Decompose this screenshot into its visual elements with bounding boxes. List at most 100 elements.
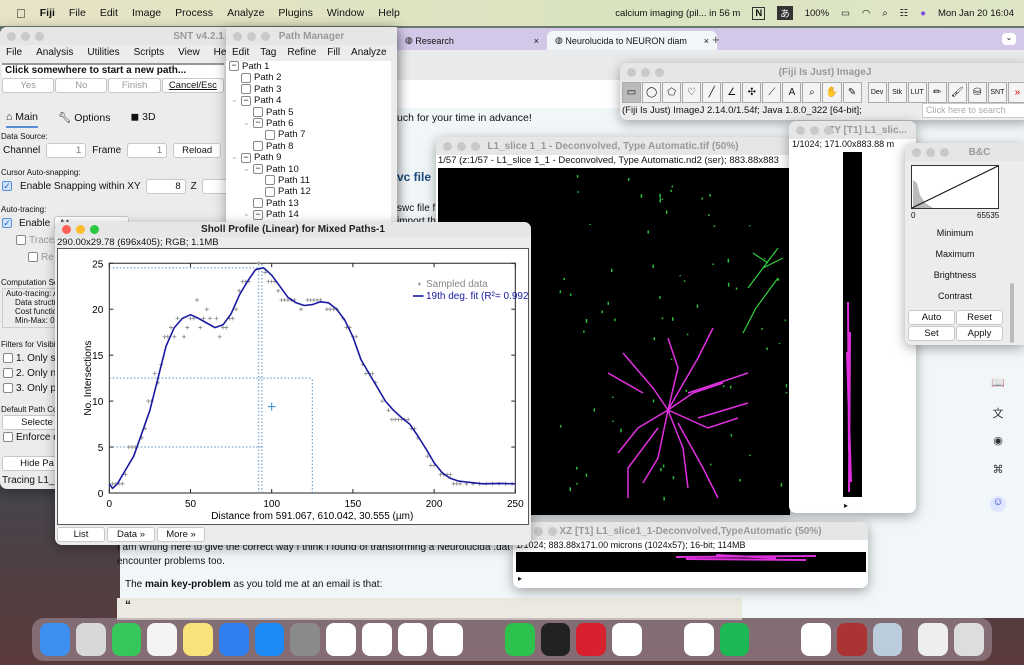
- zoom-button[interactable]: [548, 527, 557, 536]
- path-checkbox[interactable]: −: [253, 118, 263, 128]
- zoom-button[interactable]: [90, 225, 99, 234]
- frame-spinner[interactable]: 1: [127, 143, 167, 158]
- close-tab-icon[interactable]: ×: [534, 36, 539, 46]
- notion-icon[interactable]: N: [752, 7, 765, 20]
- path-item[interactable]: −Path 1: [229, 61, 269, 72]
- dev-tool-icon[interactable]: Dev: [868, 82, 887, 103]
- colorpicker-tool-icon[interactable]: ✎: [843, 82, 862, 103]
- path-manager-title-bar[interactable]: Path Manager: [226, 27, 397, 45]
- image-title-bar[interactable]: L1_slice 1_1 - Deconvolved, Type Automat…: [436, 137, 790, 155]
- lut-tool-icon[interactable]: LUT: [908, 82, 927, 103]
- reload-button[interactable]: Reload: [173, 143, 221, 158]
- trace-option[interactable]: Trace/: [16, 235, 57, 246]
- stk-tool-icon[interactable]: Stk: [888, 82, 907, 103]
- menu-process[interactable]: Process: [175, 7, 213, 19]
- path-item[interactable]: Path 5: [253, 107, 293, 118]
- contrast-slider[interactable]: Contrast: [909, 286, 1001, 307]
- path-checkbox[interactable]: −: [241, 153, 251, 163]
- minimize-button[interactable]: [76, 225, 85, 234]
- filter-1[interactable]: 1. Only se: [3, 351, 62, 366]
- rectangle-tool-icon[interactable]: ▭: [622, 82, 641, 103]
- freehand-tool-icon[interactable]: ♡: [682, 82, 701, 103]
- menu-edit[interactable]: Edit: [232, 47, 249, 58]
- zoom-button[interactable]: [35, 32, 44, 41]
- siri-icon[interactable]: ●: [920, 8, 926, 19]
- finish-button[interactable]: Finish: [108, 78, 160, 93]
- menu-window[interactable]: Window: [327, 7, 364, 19]
- system-settings-icon[interactable]: [290, 623, 320, 656]
- enforce-option[interactable]: Enforce d: [3, 432, 59, 443]
- path-checkbox[interactable]: −: [241, 96, 251, 106]
- input-method-icon[interactable]: あ: [777, 6, 793, 20]
- data-button[interactable]: Data »: [107, 527, 155, 542]
- path-checkbox[interactable]: [265, 130, 275, 140]
- reminders-icon[interactable]: [147, 623, 177, 656]
- new-tab-button[interactable]: +: [712, 32, 720, 47]
- messages-icon[interactable]: [112, 623, 142, 656]
- rem-option[interactable]: Re: [28, 252, 54, 263]
- menu-refine[interactable]: Refine: [287, 47, 316, 58]
- vectorworks-icon[interactable]: [469, 623, 499, 656]
- close-button[interactable]: [7, 32, 16, 41]
- fiji-icon[interactable]: [648, 623, 678, 656]
- bc-title-bar[interactable]: B&C: [905, 143, 1024, 161]
- menu-view[interactable]: View: [178, 47, 200, 58]
- sholl-title-bar[interactable]: Sholl Profile (Linear) for Mixed Paths-1: [55, 222, 531, 237]
- menu-plugins[interactable]: Plugins: [278, 7, 312, 19]
- wifi-icon[interactable]: ◠: [862, 8, 870, 19]
- path-item[interactable]: Path 7: [265, 129, 305, 140]
- path-item[interactable]: Path 3: [241, 84, 281, 95]
- zy-title-bar[interactable]: ZY [T1] L1_slic...: [789, 121, 916, 139]
- disclosure-chevron-icon[interactable]: ⌄: [231, 152, 238, 161]
- wechat-icon[interactable]: [505, 623, 535, 656]
- xz-title-bar[interactable]: XZ [T1] L1_slice1_1-Deconvolved,TypeAuto…: [513, 522, 868, 540]
- oval-tool-icon[interactable]: ◯: [642, 82, 661, 103]
- path-item[interactable]: Path 2: [241, 72, 281, 83]
- remote-icon[interactable]: [801, 623, 831, 656]
- path-checkbox[interactable]: [241, 84, 251, 94]
- disclosure-chevron-icon[interactable]: ⌄: [231, 95, 238, 104]
- path-item[interactable]: Path 8: [253, 141, 293, 152]
- path-checkbox[interactable]: [253, 141, 263, 151]
- path-checkbox[interactable]: [265, 187, 275, 197]
- apps-icon[interactable]: ⌘: [990, 463, 1006, 479]
- xy-spinner[interactable]: 8: [146, 179, 186, 194]
- menu-analysis[interactable]: Analysis: [36, 47, 73, 58]
- menu-utilities[interactable]: Utilities: [87, 47, 119, 58]
- disclosure-chevron-icon[interactable]: ⌄: [243, 118, 250, 127]
- more-tools-icon[interactable]: »: [1008, 82, 1024, 103]
- spotify-icon[interactable]: [720, 623, 750, 656]
- clock[interactable]: Mon Jan 20 16:04: [938, 8, 1014, 19]
- slack-icon[interactable]: [362, 623, 392, 656]
- menu-analyze[interactable]: Analyze: [227, 7, 264, 19]
- tab-main[interactable]: ⌂ Main: [6, 111, 38, 128]
- tab-neurolucida[interactable]: ◍ Neurolucida to NEURON diam ×: [547, 31, 717, 50]
- zoom-button[interactable]: [940, 148, 949, 157]
- snt-tool-icon[interactable]: SNT: [988, 82, 1007, 103]
- text-tool-icon[interactable]: A: [782, 82, 801, 103]
- path-checkbox[interactable]: [253, 198, 263, 208]
- imagej-title-bar[interactable]: (Fiji Is Just) ImageJ: [620, 63, 1024, 81]
- mendeley-icon[interactable]: [576, 623, 606, 656]
- app-store-icon[interactable]: [255, 623, 285, 656]
- autotracing-checkbox[interactable]: ✓: [2, 218, 15, 229]
- cancel-button[interactable]: Cancel/Esc: [162, 78, 224, 93]
- notes-icon[interactable]: [183, 623, 213, 656]
- list-button[interactable]: List: [57, 527, 105, 542]
- brightness-slider[interactable]: Brightness: [909, 265, 1001, 286]
- pencil-tool-icon[interactable]: ✏: [928, 82, 947, 103]
- zy-canvas[interactable]: [843, 152, 862, 497]
- menu-tag[interactable]: Tag: [260, 47, 276, 58]
- finder-icon[interactable]: [40, 623, 70, 656]
- scrollbar[interactable]: [1010, 283, 1014, 343]
- minimize-button[interactable]: [247, 32, 256, 41]
- path-item[interactable]: Path 13: [253, 198, 299, 209]
- path-item[interactable]: ⌄−Path 10: [253, 164, 299, 175]
- apply-button[interactable]: Apply: [956, 326, 1003, 341]
- excel-icon[interactable]: [684, 623, 714, 656]
- close-tab-icon[interactable]: ×: [704, 36, 709, 46]
- path-item[interactable]: ⌄−Path 6: [253, 118, 293, 129]
- minimize-button[interactable]: [810, 126, 819, 135]
- tab-research[interactable]: ◍ Research ×: [397, 31, 547, 50]
- minimize-button[interactable]: [926, 148, 935, 157]
